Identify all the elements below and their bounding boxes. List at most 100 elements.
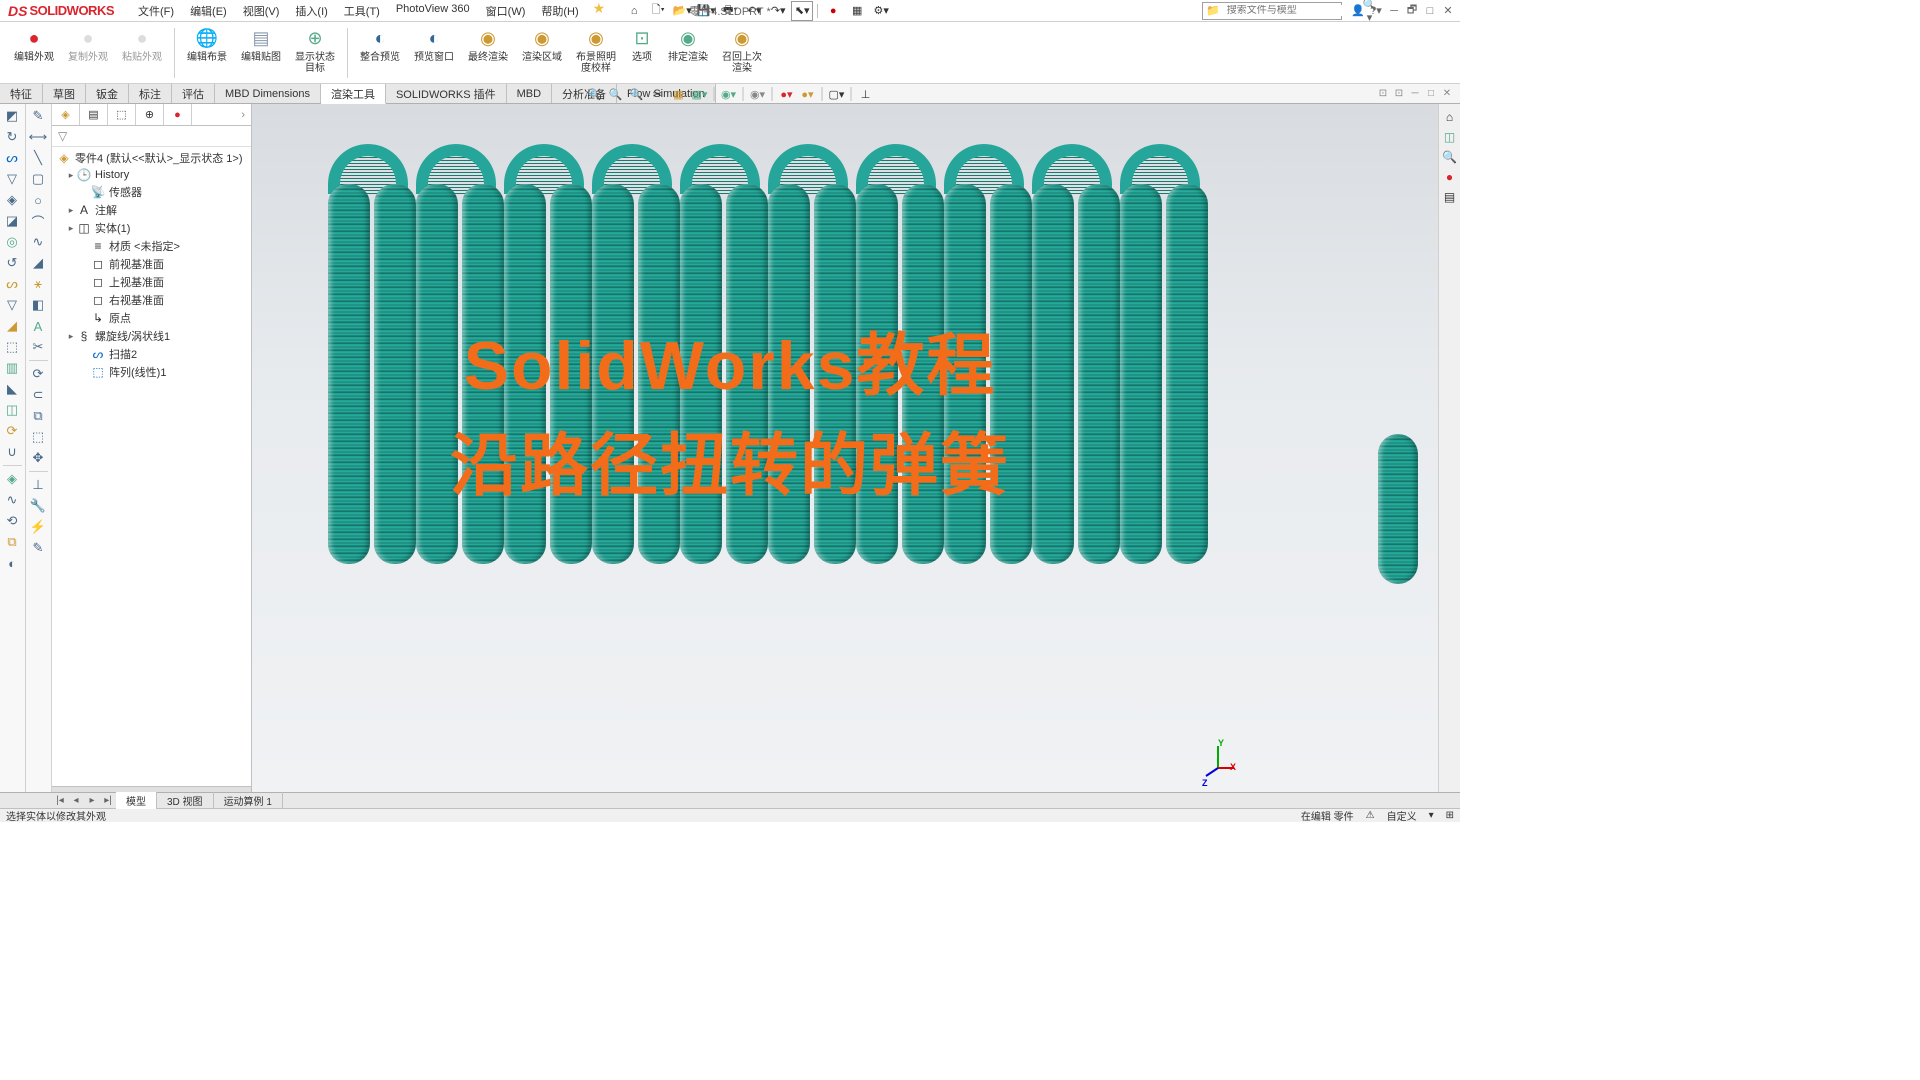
tree-expand-icon[interactable]: › [235, 104, 251, 125]
lt2-arc-icon[interactable]: ⌒ [26, 211, 50, 231]
lt-loft-icon[interactable]: ▽ [0, 169, 24, 189]
bt-first-icon[interactable]: |◂ [52, 795, 68, 806]
lt-intersect-icon[interactable]: ∪ [0, 442, 24, 462]
lt2-rapid-icon[interactable]: ✎ [26, 538, 50, 558]
ribbon-edit-scene[interactable]: 🌐编辑布景 [181, 24, 233, 65]
tab-evaluate[interactable]: 评估 [172, 84, 215, 103]
tree-bodies[interactable]: ▸◫实体(1) [52, 219, 251, 237]
minimize-button[interactable]: ─ [1386, 3, 1402, 19]
lt-curves-icon[interactable]: ∿ [0, 490, 24, 510]
maximize-button[interactable]: □ [1422, 3, 1438, 19]
rt-home-icon[interactable]: ⌂ [1441, 108, 1459, 126]
lt-rib-icon[interactable]: ▥ [0, 358, 24, 378]
help-icon[interactable]: ?▾ [1368, 3, 1384, 19]
status-dropdown-icon[interactable]: ▾ [1429, 810, 1434, 821]
tree-pattern[interactable]: ⬚阵列(线性)1 [52, 363, 251, 381]
tree-history[interactable]: ▸🕒History [52, 167, 251, 183]
user-icon[interactable]: 👤 [1350, 3, 1366, 19]
zoom-area-icon[interactable]: 🔍 [607, 85, 625, 103]
lt2-spline-icon[interactable]: ∿ [26, 232, 50, 252]
menu-edit[interactable]: 编辑(E) [182, 0, 235, 22]
lt-hole-icon[interactable]: ◎ [0, 232, 24, 252]
tree-tab-display-icon[interactable]: ⬚ [108, 104, 136, 125]
ribbon-schedule-render[interactable]: ◉排定渲染 [662, 24, 714, 65]
bt-next-icon[interactable]: ▸ [84, 795, 100, 806]
display-style-icon[interactable]: ▦▾ [691, 85, 709, 103]
tree-helix[interactable]: ▸§螺旋线/涡状线1 [52, 327, 251, 345]
search-box[interactable]: 📁 🔍▾ [1202, 2, 1342, 20]
zoom-fit-icon[interactable]: 🔍 [586, 85, 604, 103]
bt-prev-icon[interactable]: ◂ [68, 795, 84, 806]
status-grid-icon[interactable]: ⊞ [1446, 810, 1454, 821]
apply-scene-icon[interactable]: ●▾ [778, 85, 796, 103]
lt2-rect-icon[interactable]: ▢ [26, 169, 50, 189]
menu-photoview[interactable]: PhotoView 360 [388, 0, 478, 22]
prev-view-icon[interactable]: 🔍 [628, 85, 646, 103]
lt2-dim-icon[interactable]: ⟷ [26, 127, 50, 147]
ribbon-options[interactable]: ⊡选项 [624, 24, 660, 65]
options-icon[interactable]: ▦ [846, 1, 868, 21]
ribbon-copy-appearance[interactable]: ●复制外观 [62, 24, 114, 65]
rt-custom-icon[interactable]: ▤ [1441, 188, 1459, 206]
tree-right-plane[interactable]: ◻右视基准面 [52, 291, 251, 309]
lt2-fillet-icon[interactable]: ◢ [26, 253, 50, 273]
lt-instant3d-icon[interactable]: ⟲ [0, 511, 24, 531]
menu-tools[interactable]: 工具(T) [336, 0, 388, 22]
lt2-offset-icon[interactable]: ⊂ [26, 385, 50, 405]
ribbon-paste-appearance[interactable]: ●粘贴外观 [116, 24, 168, 65]
menu-insert[interactable]: 插入(I) [287, 0, 335, 22]
ribbon-final-render[interactable]: ◉最终渲染 [462, 24, 514, 65]
tree-tab-appearance-icon[interactable]: ● [164, 104, 192, 125]
doc-minimize-icon[interactable]: ─ [1408, 87, 1422, 101]
lt2-trim-icon[interactable]: ✂ [26, 337, 50, 357]
status-warn-icon[interactable]: ⚠ [1366, 810, 1375, 821]
home-icon[interactable]: ⌂ [623, 1, 645, 21]
lt2-repair-icon[interactable]: 🔧 [26, 496, 50, 516]
doc-restore-icon[interactable]: ⊡ [1392, 87, 1406, 101]
ribbon-integrated-preview[interactable]: ◐整合预览 [354, 24, 406, 65]
lt2-pattern-icon[interactable]: ⬚ [26, 427, 50, 447]
bt-3dview-tab[interactable]: 3D 视图 [157, 792, 214, 809]
tree-front-plane[interactable]: ◻前视基准面 [52, 255, 251, 273]
lt-cut-extrude-icon[interactable]: ◪ [0, 211, 24, 231]
triad-icon[interactable]: ⊥ [857, 85, 875, 103]
tree-origin[interactable]: ↳原点 [52, 309, 251, 327]
lt-draft-icon[interactable]: ◣ [0, 379, 24, 399]
ribbon-scene-proof[interactable]: ◉布景照明度校样 [570, 24, 622, 76]
lt-wrap-icon[interactable]: ⟳ [0, 421, 24, 441]
select-icon[interactable]: ⬉▾ [791, 1, 813, 21]
view-settings-icon[interactable]: ●▾ [799, 85, 817, 103]
search-input[interactable] [1223, 5, 1363, 16]
lt-refgeom-icon[interactable]: ◈ [0, 469, 24, 489]
rebuild-icon[interactable]: ● [822, 1, 844, 21]
menu-file[interactable]: 文件(F) [130, 0, 182, 22]
tree-material[interactable]: ≡材质 <未指定> [52, 237, 251, 255]
render-icon[interactable]: ▢▾ [828, 85, 846, 103]
section-view-icon[interactable]: ✂ [649, 85, 667, 103]
lt2-convert-icon[interactable]: ⟳ [26, 364, 50, 384]
lt2-sketch-icon[interactable]: ✎ [26, 106, 50, 126]
tree-sweep[interactable]: ᔕ扫描2 [52, 345, 251, 363]
ribbon-render-region[interactable]: ◉渲染区域 [516, 24, 568, 65]
lt-revolve-icon[interactable]: ↻ [0, 127, 24, 147]
tree-tab-feature-icon[interactable]: ◈ [52, 104, 80, 125]
edit-appearance-icon[interactable]: ◉▾ [749, 85, 767, 103]
new-icon[interactable]: 🗋▾ [647, 1, 669, 21]
ribbon-display-state[interactable]: ⊕显示状态目标 [289, 24, 341, 76]
close-button[interactable]: ✕ [1440, 3, 1456, 19]
lt2-plane-icon[interactable]: ◧ [26, 295, 50, 315]
lt-cut-revolve-icon[interactable]: ↺ [0, 253, 24, 273]
tree-root[interactable]: ◈ 零件4 (默认<<默认>_显示状态 1>) [52, 149, 251, 167]
tab-features[interactable]: 特征 [0, 84, 43, 103]
doc-expand-icon[interactable]: ⊡ [1376, 87, 1390, 101]
doc-maximize-icon[interactable]: □ [1424, 87, 1438, 101]
menu-help[interactable]: 帮助(H) [533, 0, 586, 22]
restore-button[interactable]: 🗗 [1404, 3, 1420, 19]
tree-sensors[interactable]: 📡传感器 [52, 183, 251, 201]
rt-search-icon[interactable]: 🔍 [1441, 148, 1459, 166]
tab-mbd-dim[interactable]: MBD Dimensions [215, 84, 321, 103]
tab-sketch[interactable]: 草图 [43, 84, 86, 103]
tree-tab-config-icon[interactable]: ▤ [80, 104, 108, 125]
lt2-move-icon[interactable]: ✥ [26, 448, 50, 468]
view-orient-icon[interactable]: ▦ [670, 85, 688, 103]
